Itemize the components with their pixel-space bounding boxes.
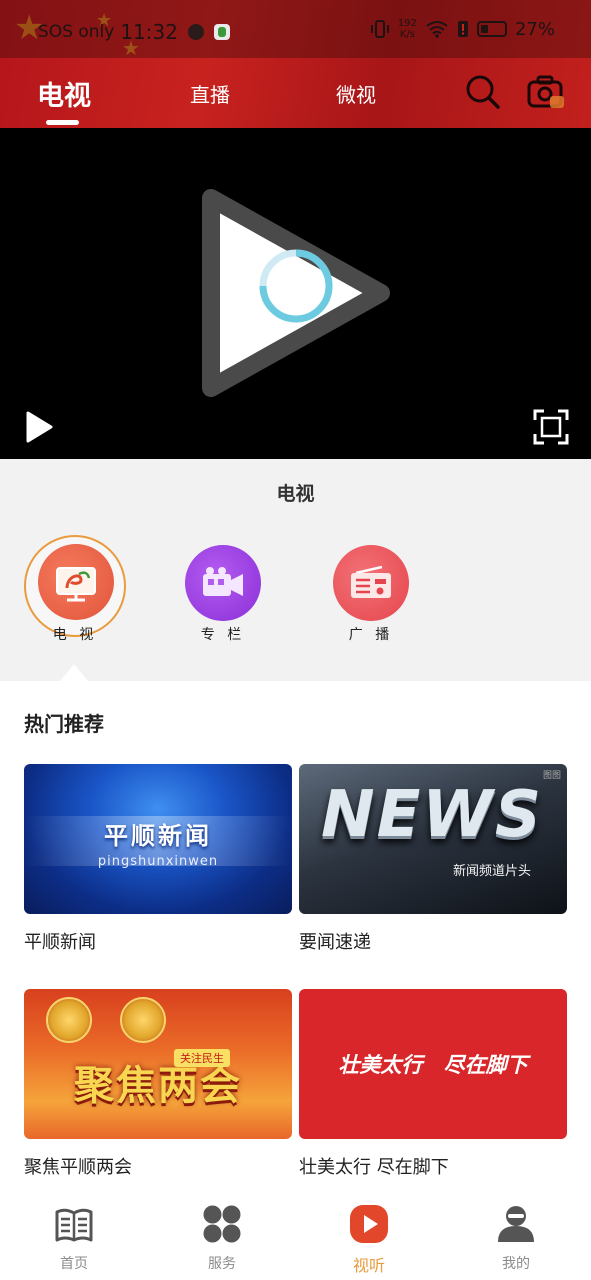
nav-label: 服务	[208, 1256, 236, 1272]
play-icon[interactable]	[24, 410, 54, 444]
video-caption[interactable]: 聚焦平顺两会	[24, 1153, 292, 1179]
video-card[interactable]: 壮美太行 尽在脚下 壮美太行 尽在脚下	[299, 989, 567, 1179]
camera-icon[interactable]	[526, 72, 566, 112]
shield-app-icon	[213, 24, 230, 40]
vibrate-icon	[370, 20, 389, 38]
nav-item-home[interactable]: 首页	[14, 1190, 134, 1280]
wifi-icon	[426, 21, 448, 38]
category-tv[interactable]: 电 视	[24, 535, 126, 643]
grid-icon	[203, 1205, 241, 1243]
thumbnail-tag: 关注民生	[174, 1049, 230, 1067]
nav-label: 我的	[502, 1256, 530, 1272]
status-bar: SOS only 11:32 192 K/s 27%	[0, 0, 591, 58]
video-card[interactable]: 图图 NEWS 新闻频道片头 要闻速递	[299, 764, 567, 954]
category-label: 电 视	[52, 627, 98, 643]
notification-icon	[187, 24, 204, 40]
channel-section-title: 电视	[276, 483, 315, 505]
video-caption[interactable]: 壮美太行 尽在脚下	[299, 1153, 567, 1179]
video-thumbnail: 聚焦两会 关注民生	[24, 989, 292, 1139]
status-bar-left: SOS only 11:32	[38, 20, 230, 44]
channel-section: 电视 电 视 专 栏 广 播	[0, 459, 591, 681]
category-radio[interactable]: 广 播	[321, 543, 421, 643]
fullscreen-icon[interactable]	[533, 409, 569, 445]
user-icon	[498, 1206, 534, 1242]
battery-percent: 27%	[514, 18, 555, 40]
video-card[interactable]: 聚焦两会 关注民生 聚焦平顺两会	[24, 989, 292, 1179]
thumbnail-subtitle: 新闻频道片头	[452, 864, 531, 879]
network-speed-value: 192	[397, 18, 417, 29]
video-camera-icon	[185, 545, 261, 621]
video-thumbnail: 平顺新闻 pingshunxinwen	[24, 764, 292, 914]
active-tab-indicator	[46, 120, 79, 125]
carrier-text: SOS only	[38, 22, 115, 42]
nav-item-mine[interactable]: 我的	[456, 1190, 576, 1280]
thumbnail-watermark: 图图	[542, 771, 561, 781]
network-speed-unit: K/s	[399, 29, 415, 40]
selection-pointer	[60, 664, 88, 681]
category-label: 广 播	[348, 627, 394, 643]
search-icon[interactable]	[463, 72, 503, 112]
thumbnail-title: 聚焦两会	[74, 1063, 242, 1109]
national-emblem-icon	[46, 997, 92, 1043]
video-player[interactable]	[0, 128, 591, 459]
big-play-icon[interactable]	[193, 180, 399, 406]
video-caption[interactable]: 平顺新闻	[24, 928, 292, 954]
section-title: 热门推荐	[24, 712, 104, 736]
app-root: ★ ★ ★ SOS only 11:32 192 K/s 27% 电视 直播 微…	[0, 0, 591, 1280]
bottom-nav: 首页 服务 视听 我的	[0, 1190, 591, 1280]
category-label: 专 栏	[200, 627, 246, 643]
network-speed: 192 K/s	[398, 18, 417, 40]
tab-micro-video[interactable]: 微视	[336, 58, 376, 128]
category-column[interactable]: 专 栏	[173, 543, 273, 643]
header: ★ ★ ★ SOS only 11:32 192 K/s 27% 电视 直播 微…	[0, 0, 591, 128]
video-thumbnail: 壮美太行 尽在脚下	[299, 989, 567, 1139]
battery-icon	[476, 21, 507, 37]
tv-icon	[38, 544, 114, 620]
video-card[interactable]: 平顺新闻 pingshunxinwen 平顺新闻	[24, 764, 292, 954]
video-thumbnail: 图图 NEWS 新闻频道片头	[299, 764, 567, 914]
newspaper-icon	[55, 1208, 93, 1242]
nav-label: 首页	[60, 1256, 88, 1272]
cppcc-emblem-icon	[120, 997, 166, 1043]
thumbnail-title: 平顺新闻	[104, 822, 212, 850]
tab-tv[interactable]: 电视	[37, 58, 91, 128]
tab-live[interactable]: 直播	[190, 58, 230, 128]
clock: 11:32	[120, 20, 178, 44]
nav-label: 视听	[352, 1256, 385, 1275]
status-bar-right: 192 K/s 27%	[370, 18, 555, 40]
radio-icon	[333, 545, 409, 621]
thumbnail-subtitle: pingshunxinwen	[97, 854, 219, 869]
thumbnail-title: NEWS	[321, 778, 543, 852]
video-caption[interactable]: 要闻速递	[299, 928, 567, 954]
thumbnail-title: 壮美太行 尽在脚下	[338, 1053, 528, 1077]
nav-item-media[interactable]: 视听	[309, 1190, 429, 1280]
nav-item-service[interactable]: 服务	[162, 1190, 282, 1280]
sim-alert-icon	[457, 21, 468, 37]
play-icon	[350, 1205, 388, 1243]
